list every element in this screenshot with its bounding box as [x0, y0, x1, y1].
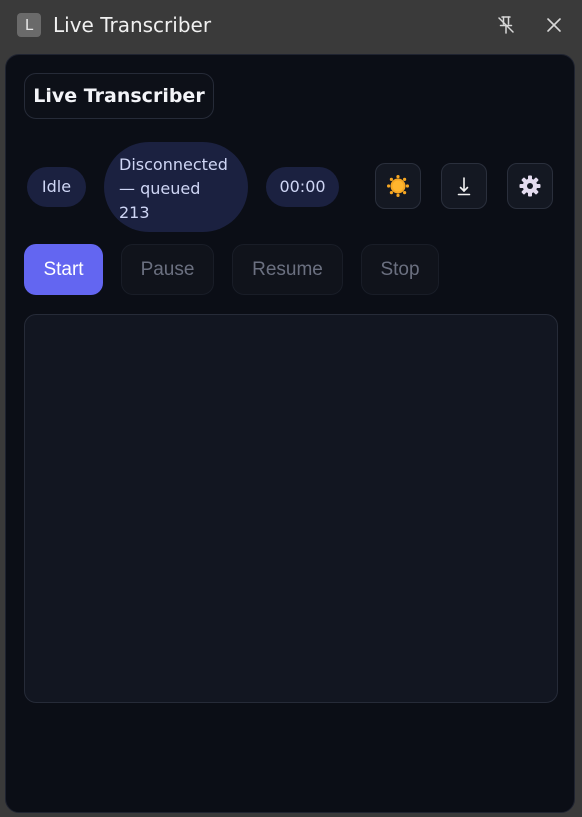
- app-window: L Live Transcriber Live Transcriber Idle…: [0, 0, 582, 817]
- download-button[interactable]: [441, 163, 487, 209]
- title-bar[interactable]: L Live Transcriber: [0, 0, 582, 50]
- resume-button[interactable]: Resume: [232, 244, 343, 295]
- gear-icon: [519, 175, 541, 197]
- page-title: Live Transcriber: [24, 73, 214, 119]
- queue-label-line: — queued: [119, 179, 201, 198]
- unpin-button[interactable]: [491, 10, 521, 40]
- connection-badge: Disconnected — queued 213: [104, 142, 248, 232]
- connection-status-line: Disconnected: [119, 155, 228, 174]
- close-button[interactable]: [539, 10, 569, 40]
- close-icon: [547, 18, 561, 32]
- state-badge: Idle: [27, 167, 86, 207]
- queue-count: 213: [119, 203, 150, 222]
- unpin-icon: [498, 16, 514, 34]
- stop-button[interactable]: Stop: [361, 244, 439, 295]
- settings-button[interactable]: [507, 163, 553, 209]
- sun-icon: [387, 175, 409, 197]
- start-button[interactable]: Start: [24, 244, 103, 295]
- window-title: Live Transcriber: [53, 13, 212, 37]
- transcript-area[interactable]: [24, 314, 558, 703]
- pause-button[interactable]: Pause: [121, 244, 214, 295]
- app-icon: L: [17, 13, 41, 37]
- timer-badge: 00:00: [266, 167, 339, 207]
- theme-toggle-button[interactable]: [375, 163, 421, 209]
- download-icon: [457, 177, 471, 196]
- main-panel: Live Transcriber Idle Disconnected — que…: [5, 54, 575, 813]
